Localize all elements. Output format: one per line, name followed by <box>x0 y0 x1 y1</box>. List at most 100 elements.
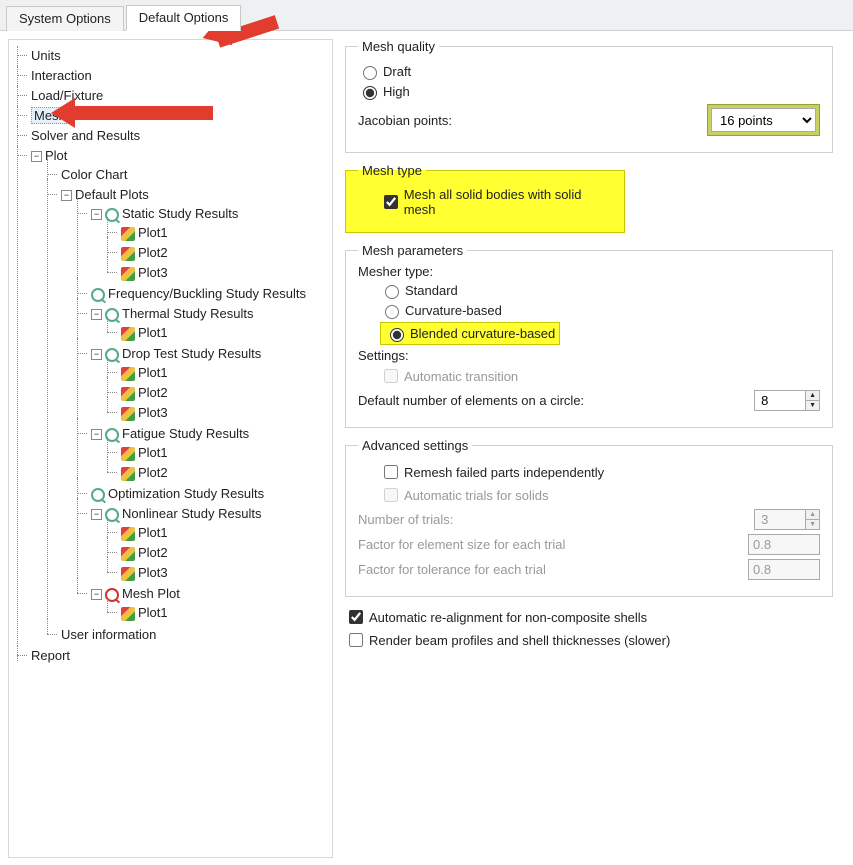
radio-blended[interactable] <box>390 328 404 342</box>
check-mesh-solid[interactable] <box>384 195 398 209</box>
plot-icon <box>121 387 135 401</box>
plot-icon <box>121 447 135 461</box>
plot-icon <box>121 227 135 241</box>
check-auto-realign[interactable] <box>349 610 363 624</box>
collapse-icon[interactable]: − <box>91 209 102 220</box>
label-draft: Draft <box>383 64 411 79</box>
tree-color-chart[interactable]: Color Chart <box>47 165 328 185</box>
tree-plot-item[interactable]: Plot1 <box>107 323 328 343</box>
spin-down-icon[interactable]: ▼ <box>806 401 819 410</box>
tree-load-fixture[interactable]: Load/Fixture <box>17 86 328 106</box>
mesh-quality-group: Mesh quality Draft High Jacobian points:… <box>345 39 833 153</box>
tree-default-plots[interactable]: −Default Plots −Static Study Results Plo… <box>47 185 328 625</box>
plot-icon <box>121 527 135 541</box>
collapse-icon[interactable]: − <box>91 309 102 320</box>
input-default-circle[interactable] <box>755 391 805 410</box>
check-auto-transition <box>384 369 398 383</box>
radio-standard[interactable] <box>385 285 399 299</box>
plot-icon <box>121 567 135 581</box>
plot-icon <box>121 247 135 261</box>
advanced-legend: Advanced settings <box>358 438 472 453</box>
tree-freq-buckling[interactable]: Frequency/Buckling Study Results <box>77 284 328 304</box>
input-factor-tol <box>748 559 820 580</box>
mesh-quality-legend: Mesh quality <box>358 39 439 54</box>
spin-up-icon: ▲ <box>806 510 819 520</box>
plot-icon <box>121 267 135 281</box>
tree-static-results[interactable]: −Static Study Results Plot1 Plot2 Plot3 <box>77 204 328 284</box>
tree-plot-item[interactable]: Plot1 <box>107 603 328 623</box>
spinner-num-trials: ▲▼ <box>754 509 820 530</box>
radio-draft[interactable] <box>363 66 377 80</box>
label-factor-size: Factor for element size for each trial <box>358 537 565 552</box>
check-render-beam[interactable] <box>349 633 363 647</box>
tree-plot-item[interactable]: Plot1 <box>107 443 328 463</box>
tree-plot-item[interactable]: Plot1 <box>107 363 328 383</box>
tree-plot-item[interactable]: Plot1 <box>107 223 328 243</box>
label-curvature: Curvature-based <box>405 303 502 318</box>
input-factor-size <box>748 534 820 555</box>
tree-plot-item[interactable]: Plot1 <box>107 523 328 543</box>
plot-icon <box>121 607 135 621</box>
mesh-settings-panel: Mesh quality Draft High Jacobian points:… <box>341 31 853 865</box>
label-jacobian: Jacobian points: <box>358 113 452 128</box>
tree-nonlinear-results[interactable]: −Nonlinear Study Results Plot1 Plot2 Plo… <box>77 504 328 584</box>
tree-plot-item[interactable]: Plot3 <box>107 563 328 583</box>
tree-droptest-results[interactable]: −Drop Test Study Results Plot1 Plot2 Plo… <box>77 344 328 424</box>
collapse-icon[interactable]: − <box>91 349 102 360</box>
collapse-icon[interactable]: − <box>91 589 102 600</box>
tab-strip: System Options Default Options <box>0 0 853 31</box>
collapse-icon[interactable]: − <box>61 190 72 201</box>
tree-optimization-results[interactable]: Optimization Study Results <box>77 484 328 504</box>
select-jacobian-points[interactable]: 16 points <box>711 108 816 132</box>
tab-system-options[interactable]: System Options <box>6 6 124 31</box>
advanced-settings-group: Advanced settings Remesh failed parts in… <box>345 438 833 597</box>
tree-plot-item[interactable]: Plot3 <box>107 263 328 283</box>
plot-icon <box>121 367 135 381</box>
label-mesher-type: Mesher type: <box>358 264 820 279</box>
spin-up-icon[interactable]: ▲ <box>806 391 819 401</box>
tree-interaction[interactable]: Interaction <box>17 66 328 86</box>
mesh-params-group: Mesh parameters Mesher type: Standard Cu… <box>345 243 833 428</box>
collapse-icon[interactable]: − <box>91 509 102 520</box>
mesh-type-legend: Mesh type <box>358 163 426 178</box>
spinner-default-circle[interactable]: ▲▼ <box>754 390 820 411</box>
results-icon <box>91 488 105 502</box>
label-num-trials: Number of trials: <box>358 512 453 527</box>
tree-plot[interactable]: −Plot Color Chart −Default Plots −Static… <box>17 146 328 646</box>
tree-mesh-plot[interactable]: −Mesh Plot Plot1 <box>77 584 328 624</box>
tree-plot-item[interactable]: Plot2 <box>107 463 328 483</box>
collapse-icon[interactable]: − <box>91 429 102 440</box>
label-default-circle: Default number of elements on a circle: <box>358 393 584 408</box>
plot-icon <box>121 327 135 341</box>
spin-down-icon: ▼ <box>806 520 819 529</box>
tree-fatigue-results[interactable]: −Fatigue Study Results Plot1 Plot2 <box>77 424 328 484</box>
check-remesh-failed[interactable] <box>384 465 398 479</box>
radio-high[interactable] <box>363 86 377 100</box>
plot-icon <box>121 407 135 421</box>
input-num-trials <box>755 510 805 529</box>
tree-plot-item[interactable]: Plot3 <box>107 403 328 423</box>
label-mesh-solid: Mesh all solid bodies with solid mesh <box>404 187 612 217</box>
tree-thermal-results[interactable]: −Thermal Study Results Plot1 <box>77 304 328 344</box>
tree-plot-item[interactable]: Plot2 <box>107 543 328 563</box>
options-tree: Units Interaction Load/Fixture Mesh Solv… <box>8 39 333 858</box>
tab-default-options[interactable]: Default Options <box>126 5 242 31</box>
tree-plot-item[interactable]: Plot2 <box>107 243 328 263</box>
tree-report[interactable]: Report <box>17 646 328 666</box>
label-auto-realign: Automatic re-alignment for non-composite… <box>369 610 647 625</box>
tree-mesh[interactable]: Mesh <box>17 106 328 126</box>
tree-units[interactable]: Units <box>17 46 328 66</box>
label-high: High <box>383 84 410 99</box>
label-auto-trials: Automatic trials for solids <box>404 488 549 503</box>
label-factor-tol: Factor for tolerance for each trial <box>358 562 546 577</box>
label-blended: Blended curvature-based <box>410 326 555 341</box>
tree-plot-item[interactable]: Plot2 <box>107 383 328 403</box>
tree-user-info[interactable]: User information <box>47 625 328 645</box>
tree-solver-results[interactable]: Solver and Results <box>17 126 328 146</box>
radio-curvature[interactable] <box>385 305 399 319</box>
plot-icon <box>121 547 135 561</box>
label-auto-transition: Automatic transition <box>404 369 518 384</box>
label-standard: Standard <box>405 283 458 298</box>
label-settings: Settings: <box>358 348 820 363</box>
collapse-icon[interactable]: − <box>31 151 42 162</box>
